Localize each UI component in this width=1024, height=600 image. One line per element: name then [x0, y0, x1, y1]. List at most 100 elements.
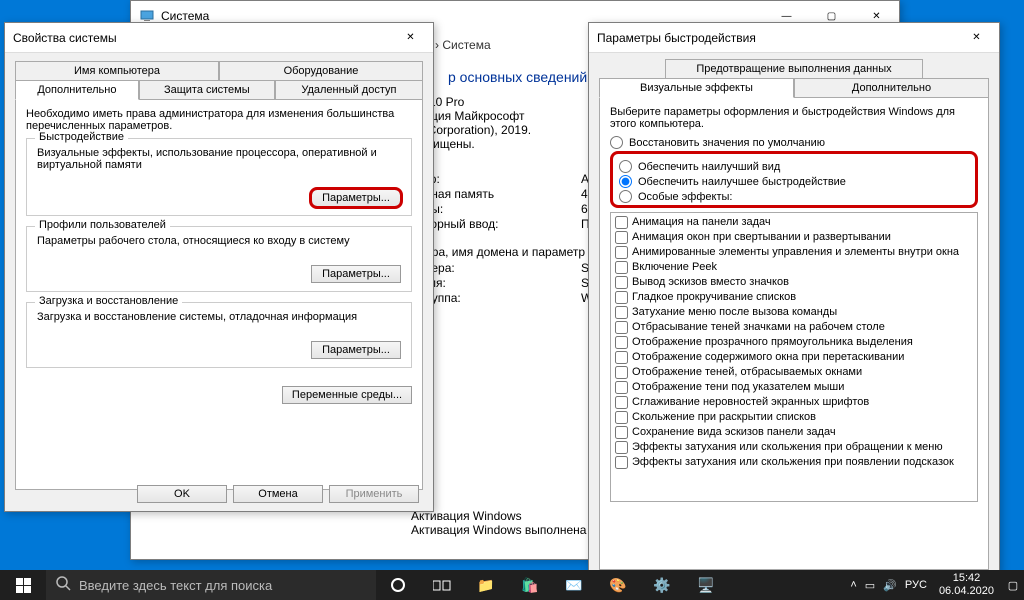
- effect-checkbox-5[interactable]: [615, 291, 628, 304]
- effect-check-1[interactable]: Анимация окон при свертывании и разверты…: [613, 230, 975, 245]
- effect-checkbox-15[interactable]: [615, 441, 628, 454]
- system-title: Система: [161, 9, 209, 23]
- radio-best-appearance-input[interactable]: [619, 160, 632, 173]
- prop-tabs-row2: Дополнительно Защита системы Удаленный д…: [15, 80, 423, 100]
- radio-best-performance-label: Обеспечить наилучшее быстродействие: [638, 176, 846, 188]
- effect-checkbox-1[interactable]: [615, 231, 628, 244]
- app-settings[interactable]: ⚙️: [640, 570, 684, 600]
- effect-checkbox-11[interactable]: [615, 381, 628, 394]
- ok-button[interactable]: OK: [137, 485, 227, 503]
- group-performance: Быстродействие Визуальные эффекты, испол…: [26, 138, 412, 216]
- cortana-icon: [391, 578, 405, 592]
- effect-check-13[interactable]: Скольжение при раскрытии списков: [613, 410, 975, 425]
- effect-check-7[interactable]: Отбрасывание теней значками на рабочем с…: [613, 320, 975, 335]
- prop-advanced-panel: Необходимо иметь права администратора дл…: [15, 100, 423, 490]
- pcname-label: ьютера:: [411, 261, 581, 275]
- tab-hardware[interactable]: Оборудование: [219, 61, 423, 80]
- startup-settings-button[interactable]: Параметры...: [311, 341, 401, 359]
- effect-checkbox-6[interactable]: [615, 306, 628, 319]
- effect-checkbox-13[interactable]: [615, 411, 628, 424]
- effect-checkbox-4[interactable]: [615, 276, 628, 289]
- effect-checkbox-3[interactable]: [615, 261, 628, 274]
- effect-checkbox-7[interactable]: [615, 321, 628, 334]
- effect-check-11[interactable]: Отображение тени под указателем мыши: [613, 380, 975, 395]
- effect-check-5[interactable]: Гладкое прокручивание списков: [613, 290, 975, 305]
- tray-chevron-icon[interactable]: ˄: [850, 579, 856, 591]
- app-computer[interactable]: 🖥️: [684, 570, 728, 600]
- effect-check-3[interactable]: Включение Peek: [613, 260, 975, 275]
- tray-notifications-icon[interactable]: ▢: [1006, 579, 1020, 592]
- effect-label-3: Включение Peek: [632, 260, 717, 275]
- radio-custom-input[interactable]: [619, 190, 632, 203]
- effect-check-12[interactable]: Сглаживание неровностей экранных шрифтов: [613, 395, 975, 410]
- cortana-button[interactable]: [376, 570, 420, 600]
- effect-check-16[interactable]: Эффекты затухания или скольжения при поя…: [613, 455, 975, 470]
- prop-close-button[interactable]: ✕: [388, 23, 433, 53]
- tab-dep[interactable]: Предотвращение выполнения данных: [665, 59, 922, 78]
- effect-checkbox-10[interactable]: [615, 366, 628, 379]
- env-vars-button[interactable]: Переменные среды...: [282, 386, 412, 404]
- perf-panel: Выберите параметры оформления и быстроде…: [599, 98, 989, 570]
- effect-check-14[interactable]: Сохранение вида эскизов панели задач: [613, 425, 975, 440]
- apply-button[interactable]: Применить: [329, 485, 419, 503]
- tab-computer-name[interactable]: Имя компьютера: [15, 61, 219, 80]
- cpu-label: ссор:: [411, 172, 581, 186]
- effect-checkbox-16[interactable]: [615, 456, 628, 469]
- effect-checkbox-0[interactable]: [615, 216, 628, 229]
- perf-close-button[interactable]: ✕: [954, 23, 999, 53]
- tab-visual-effects[interactable]: Визуальные эффекты: [599, 78, 794, 98]
- radio-best-appearance[interactable]: Обеспечить наилучший вид: [619, 160, 969, 173]
- start-button[interactable]: [0, 570, 46, 600]
- effect-check-4[interactable]: Вывод эскизов вместо значков: [613, 275, 975, 290]
- effect-check-9[interactable]: Отображение содержимого окна при перетас…: [613, 350, 975, 365]
- tray-volume-icon[interactable]: 🔊: [883, 579, 897, 592]
- performance-settings-button[interactable]: Параметры...: [311, 189, 401, 207]
- effect-checkbox-14[interactable]: [615, 426, 628, 439]
- effect-check-15[interactable]: Эффекты затухания или скольжения при обр…: [613, 440, 975, 455]
- effect-checkbox-2[interactable]: [615, 246, 628, 259]
- tab-system-protection[interactable]: Защита системы: [139, 80, 275, 100]
- effect-label-12: Сглаживание неровностей экранных шрифтов: [632, 395, 869, 410]
- tray-clock[interactable]: 15:42 06.04.2020: [931, 570, 1002, 600]
- tray-network-icon[interactable]: ▭: [865, 579, 875, 592]
- effect-check-6[interactable]: Затухание меню после вызова команды: [613, 305, 975, 320]
- system-tray: ˄ ▭ 🔊 РУС 15:42 06.04.2020 ▢: [846, 570, 1024, 600]
- radio-best-performance-input[interactable]: [619, 175, 632, 188]
- cancel-button[interactable]: Отмена: [233, 485, 323, 503]
- effect-check-0[interactable]: Анимация на панели задач: [613, 215, 975, 230]
- task-view-icon: [433, 578, 451, 592]
- tab-advanced[interactable]: Дополнительно: [15, 80, 139, 100]
- effect-checkbox-12[interactable]: [615, 396, 628, 409]
- tab-remote[interactable]: Удаленный доступ: [275, 80, 423, 100]
- effect-check-2[interactable]: Анимированные элементы управления и элем…: [613, 245, 975, 260]
- radio-let-windows[interactable]: Восстановить значения по умолчанию: [610, 136, 978, 149]
- radio-best-performance[interactable]: Обеспечить наилучшее быстродействие: [619, 175, 969, 188]
- effect-checkbox-8[interactable]: [615, 336, 628, 349]
- effect-label-11: Отображение тени под указателем мыши: [632, 380, 844, 395]
- app-mail[interactable]: ✉️: [552, 570, 596, 600]
- group-profiles-desc: Параметры рабочего стола, относящиеся ко…: [37, 235, 401, 247]
- taskbar-search[interactable]: Введите здесь текст для поиска: [46, 570, 376, 600]
- radio-custom[interactable]: Особые эффекты:: [619, 190, 969, 203]
- effect-label-8: Отображение прозрачного прямоугольника в…: [632, 335, 913, 350]
- effects-checklist[interactable]: Анимация на панели задачАнимация окон пр…: [610, 212, 978, 502]
- app-store[interactable]: 🛍️: [508, 570, 552, 600]
- effect-check-8[interactable]: Отображение прозрачного прямоугольника в…: [613, 335, 975, 350]
- app-paint[interactable]: 🎨: [596, 570, 640, 600]
- effect-label-6: Затухание меню после вызова команды: [632, 305, 837, 320]
- radio-let-windows-label: Восстановить значения по умолчанию: [629, 137, 825, 149]
- search-placeholder: Введите здесь текст для поиска: [79, 578, 272, 593]
- radio-let-windows-input[interactable]: [610, 136, 623, 149]
- effect-label-9: Отображение содержимого окна при перетас…: [632, 350, 904, 365]
- prop-title: Свойства системы: [13, 31, 117, 45]
- radio-highlight-box: Обеспечить наилучший вид Обеспечить наил…: [610, 151, 978, 208]
- task-view-button[interactable]: [420, 570, 464, 600]
- app-explorer[interactable]: 📁: [464, 570, 508, 600]
- effect-label-0: Анимация на панели задач: [632, 215, 771, 230]
- profiles-settings-button[interactable]: Параметры...: [311, 265, 401, 283]
- tray-time: 15:42: [939, 572, 994, 585]
- tab-perf-advanced[interactable]: Дополнительно: [794, 78, 989, 98]
- effect-checkbox-9[interactable]: [615, 351, 628, 364]
- tray-lang[interactable]: РУС: [905, 579, 927, 591]
- effect-check-10[interactable]: Отображение теней, отбрасываемых окнами: [613, 365, 975, 380]
